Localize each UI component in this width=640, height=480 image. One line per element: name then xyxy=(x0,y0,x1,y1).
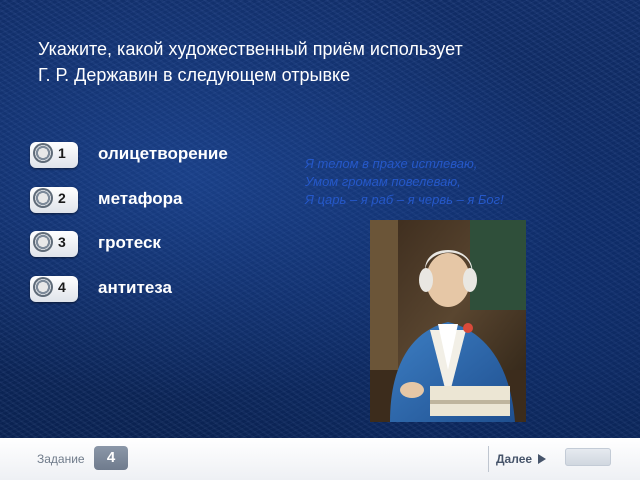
option-label[interactable]: метафора xyxy=(98,189,182,209)
task-number-badge: 4 xyxy=(94,446,128,470)
option-label[interactable]: антитеза xyxy=(98,278,172,298)
footer-bar: Задание 4 Далее xyxy=(0,438,640,480)
question-text: Укажите, какой художественный приём испо… xyxy=(38,36,598,88)
next-box-button[interactable] xyxy=(565,448,611,466)
option-label[interactable]: гротеск xyxy=(98,233,161,253)
footer-divider xyxy=(488,446,489,472)
option-number: 2 xyxy=(58,190,66,206)
option-number: 3 xyxy=(58,234,66,250)
option-badge: 2 xyxy=(30,187,78,213)
poem-line-1: Я телом в прахе истлеваю, xyxy=(305,156,478,171)
radio-icon[interactable] xyxy=(33,143,53,163)
option-label[interactable]: олицетворение xyxy=(98,144,228,164)
question-line-2: Г. Р. Державин в следующем отрывке xyxy=(38,65,351,85)
option-3[interactable]: 3 гротеск xyxy=(30,229,270,259)
option-1[interactable]: 1 олицетворение xyxy=(30,140,270,170)
derzhavin-portrait xyxy=(370,220,526,422)
option-number: 4 xyxy=(58,279,66,295)
option-2[interactable]: 2 метафора xyxy=(30,185,270,215)
next-button[interactable]: Далее xyxy=(496,450,547,468)
play-arrow-icon[interactable] xyxy=(538,454,547,464)
radio-icon[interactable] xyxy=(33,277,53,297)
task-label: Задание xyxy=(37,452,85,466)
radio-icon[interactable] xyxy=(33,188,53,208)
option-badge: 3 xyxy=(30,231,78,257)
option-badge: 4 xyxy=(30,276,78,302)
portrait-image xyxy=(370,220,526,422)
radio-icon[interactable] xyxy=(33,232,53,252)
option-number: 1 xyxy=(58,145,66,161)
slide-background: Укажите, какой художественный приём испо… xyxy=(0,0,640,438)
option-4[interactable]: 4 антитеза xyxy=(30,274,270,304)
poem-line-2: Умом громам повелеваю, xyxy=(305,174,461,189)
question-line-1: Укажите, какой художественный приём испо… xyxy=(38,39,463,59)
option-badge: 1 xyxy=(30,142,78,168)
poem-line-3: Я царь – я раб – я червь – я Бог! xyxy=(305,192,504,207)
next-label[interactable]: Далее xyxy=(496,452,532,466)
poem-excerpt: Я телом в прахе истлеваю, Умом громам по… xyxy=(305,155,625,209)
